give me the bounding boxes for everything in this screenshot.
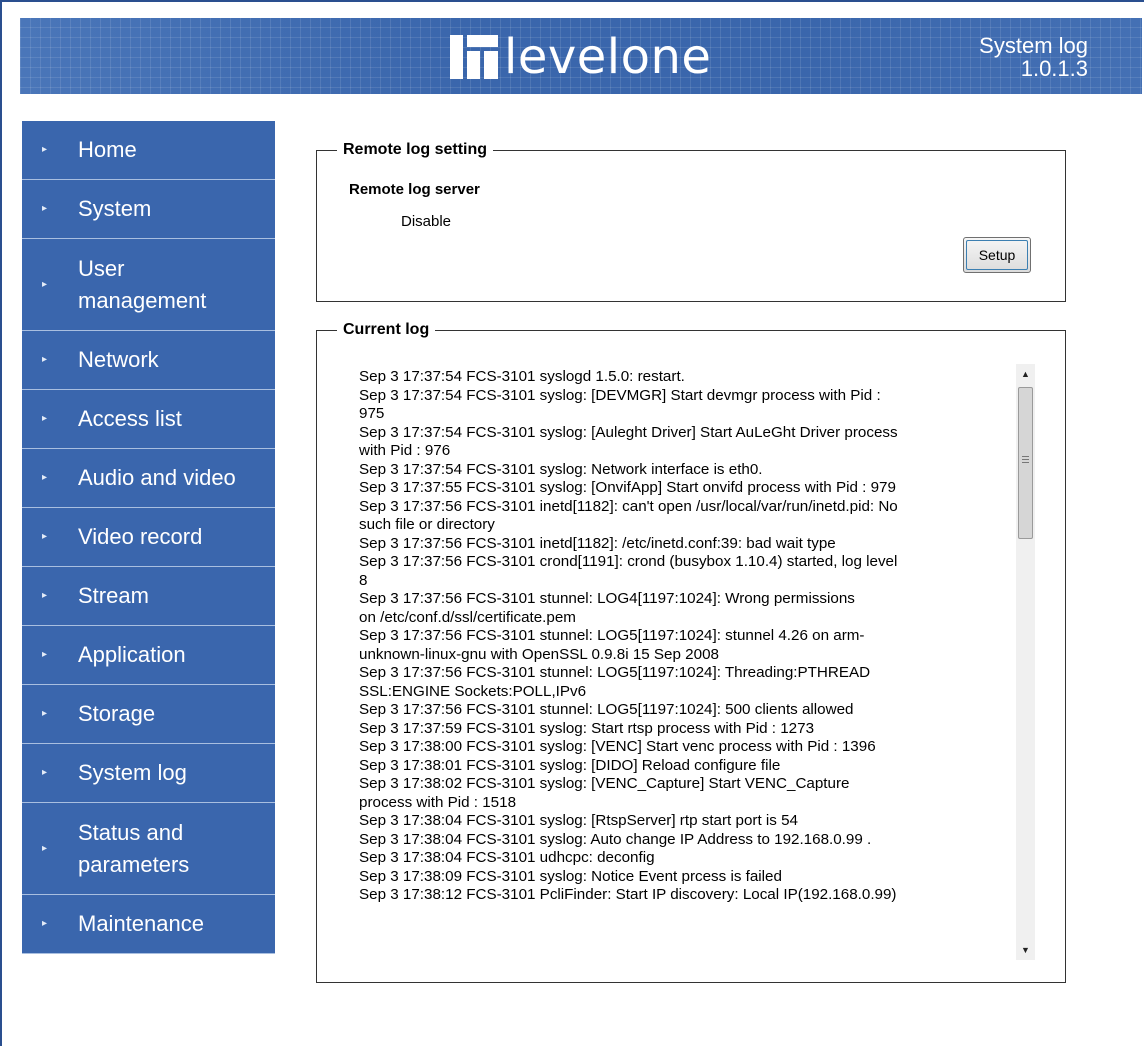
triangle-right-icon: ▸ [42, 767, 48, 778]
sidebar-nav: ▸ Home ▸ System ▸ User management ▸ Network ▸ Acce… [22, 121, 275, 954]
sidebar-item-label: Home [78, 137, 137, 162]
log-line: Sep 3 17:37:56 FCS-3101 stunnel: LOG4[11… [359, 590, 855, 607]
remote-log-setting-group: Remote log setting Remote log server Dis… [316, 140, 1066, 302]
sidebar-item-label: Video record [78, 524, 203, 549]
log-line: with Pid : 976 [359, 442, 451, 459]
log-line: 8 [359, 571, 368, 589]
log-line: unknown-linux-gnu with OpenSSL 0.9.8i 15… [359, 645, 719, 663]
log-line: Sep 3 17:37:56 FCS-3101 inetd[1182]: /et… [359, 534, 836, 552]
sidebar-item-home[interactable]: ▸ Home [22, 121, 275, 180]
log-scrollbar[interactable]: ▲ ▼ [1016, 364, 1035, 960]
log-line: Sep 3 17:37:56 FCS-3101 stunnel: LOG5[11… [359, 701, 854, 718]
triangle-right-icon: ▸ [42, 203, 48, 214]
sidebar-item-system-log[interactable]: ▸ System log [22, 744, 275, 803]
sidebar-item-label: Maintenance [78, 911, 204, 936]
remote-log-server-label: Remote log server [349, 181, 480, 198]
log-line: such file or directory [359, 516, 495, 533]
sidebar-item-video-record[interactable]: ▸ Video record [22, 508, 275, 567]
log-textarea[interactable]: Sep 3 17:37:54 FCS-3101 syslogd 1.5.0: r… [345, 356, 1035, 960]
sidebar-item-label: User management [78, 253, 275, 317]
current-log-legend: Current log [337, 320, 436, 340]
log-line: Sep 3 17:37:56 FCS-3101 crond[1191]: cro… [359, 553, 898, 570]
log-line: Sep 3 17:38:04 FCS-3101 udhcpc: deconfig [359, 849, 655, 866]
log-line: Sep 3 17:38:09 FCS-3101 syslog: Notice E… [359, 867, 782, 885]
setup-button-label: Setup [966, 240, 1028, 270]
log-content: Sep 3 17:37:54 FCS-3101 syslogd 1.5.0: r… [359, 368, 999, 954]
scroll-up-arrow-icon[interactable]: ▲ [1016, 364, 1035, 384]
scroll-thumb[interactable] [1018, 387, 1033, 539]
sidebar-item-status-and-parameters[interactable]: ▸ Status and parameters [22, 803, 275, 895]
log-line: 975 [359, 405, 385, 422]
brand-name: levelone [504, 29, 712, 85]
brand-logo: levelone [450, 32, 711, 82]
sidebar-item-label: Storage [78, 701, 156, 726]
sidebar-item-label: Access list [78, 406, 182, 431]
log-line: Sep 3 17:37:59 FCS-3101 syslog: Start rt… [359, 719, 815, 737]
triangle-right-icon: ▸ [42, 472, 48, 483]
scroll-grip-icon [1022, 456, 1029, 463]
sidebar-item-label-line: Status and [78, 819, 184, 845]
levelone-logo-icon [450, 35, 498, 79]
log-line: Sep 3 17:37:54 FCS-3101 syslog: [Auleght… [359, 423, 898, 441]
triangle-right-icon: ▸ [42, 413, 48, 424]
log-line: Sep 3 17:38:04 FCS-3101 syslog: [RtspSer… [359, 812, 798, 829]
log-line: Sep 3 17:38:04 FCS-3101 syslog: Auto cha… [359, 830, 872, 848]
sidebar-item-application[interactable]: ▸ Application [22, 626, 275, 685]
triangle-right-icon: ▸ [42, 649, 48, 660]
remote-log-legend: Remote log setting [337, 140, 494, 160]
page-title: System log 1.0.1.3 [979, 34, 1088, 80]
scroll-down-arrow-icon[interactable]: ▼ [1016, 940, 1035, 960]
triangle-right-icon: ▸ [42, 708, 48, 719]
triangle-right-icon: ▸ [42, 842, 48, 854]
sidebar-item-label-line: User [78, 255, 125, 281]
log-line: Sep 3 17:37:54 FCS-3101 syslog: [DEVMGR]… [359, 386, 881, 404]
current-log-group: Current log Sep 3 17:37:54 FCS-3101 sysl… [316, 320, 1066, 983]
sidebar-item-label-line: parameters [78, 851, 190, 877]
sidebar-item-audio-and-video[interactable]: ▸ Audio and video [22, 449, 275, 508]
log-line: Sep 3 17:37:56 FCS-3101 inetd[1182]: can… [359, 497, 898, 515]
sidebar-item-label: Audio and video [78, 465, 236, 490]
sidebar-item-system[interactable]: ▸ System [22, 180, 275, 239]
log-line: Sep 3 17:37:56 FCS-3101 stunnel: LOG5[11… [359, 664, 871, 681]
sidebar-item-label-line: management [78, 287, 207, 313]
sidebar-item-label: System log [78, 760, 187, 785]
sidebar-item-access-list[interactable]: ▸ Access list [22, 390, 275, 449]
triangle-right-icon: ▸ [42, 278, 48, 290]
log-line: Sep 3 17:38:02 FCS-3101 syslog: [VENC_Ca… [359, 775, 850, 792]
header-banner: levelone System log 1.0.1.3 [20, 18, 1142, 94]
log-line: on /etc/conf.d/ssl/certificate.pem [359, 608, 576, 626]
log-line: SSL:ENGINE Sockets:POLL,IPv6 [359, 682, 587, 700]
log-line: Sep 3 17:37:54 FCS-3101 syslogd 1.5.0: r… [359, 368, 685, 385]
triangle-right-icon: ▸ [42, 590, 48, 601]
remote-log-server-value: Disable [401, 213, 452, 230]
sidebar-item-maintenance[interactable]: ▸ Maintenance [22, 895, 275, 954]
sidebar-item-label: Application [78, 642, 186, 667]
sidebar-item-storage[interactable]: ▸ Storage [22, 685, 275, 744]
sidebar-item-user-management[interactable]: ▸ User management [22, 239, 275, 331]
triangle-right-icon: ▸ [42, 354, 48, 365]
log-line: Sep 3 17:37:55 FCS-3101 syslog: [OnvifAp… [359, 479, 896, 496]
log-line: Sep 3 17:38:00 FCS-3101 syslog: [VENC] S… [359, 738, 876, 755]
sidebar-item-label: Stream [78, 583, 149, 608]
sidebar-item-label: Network [78, 347, 159, 372]
log-line: process with Pid : 1518 [359, 793, 517, 811]
log-line: Sep 3 17:37:54 FCS-3101 syslog: Network … [359, 460, 763, 478]
log-line: Sep 3 17:37:56 FCS-3101 stunnel: LOG5[11… [359, 627, 865, 644]
triangle-right-icon: ▸ [42, 918, 48, 929]
firmware-version: 1.0.1.3 [1020, 56, 1088, 81]
triangle-right-icon: ▸ [42, 144, 48, 155]
sidebar-item-label: Status and parameters [78, 817, 275, 881]
sidebar-item-network[interactable]: ▸ Network [22, 331, 275, 390]
setup-button[interactable]: Setup [963, 237, 1031, 273]
triangle-right-icon: ▸ [42, 531, 48, 542]
log-line: Sep 3 17:38:01 FCS-3101 syslog: [DIDO] R… [359, 756, 781, 774]
sidebar-item-stream[interactable]: ▸ Stream [22, 567, 275, 626]
page-title-text: System log [979, 33, 1088, 58]
log-line: Sep 3 17:38:12 FCS-3101 PcliFinder: Star… [359, 886, 897, 903]
sidebar-item-label: System [78, 196, 152, 221]
